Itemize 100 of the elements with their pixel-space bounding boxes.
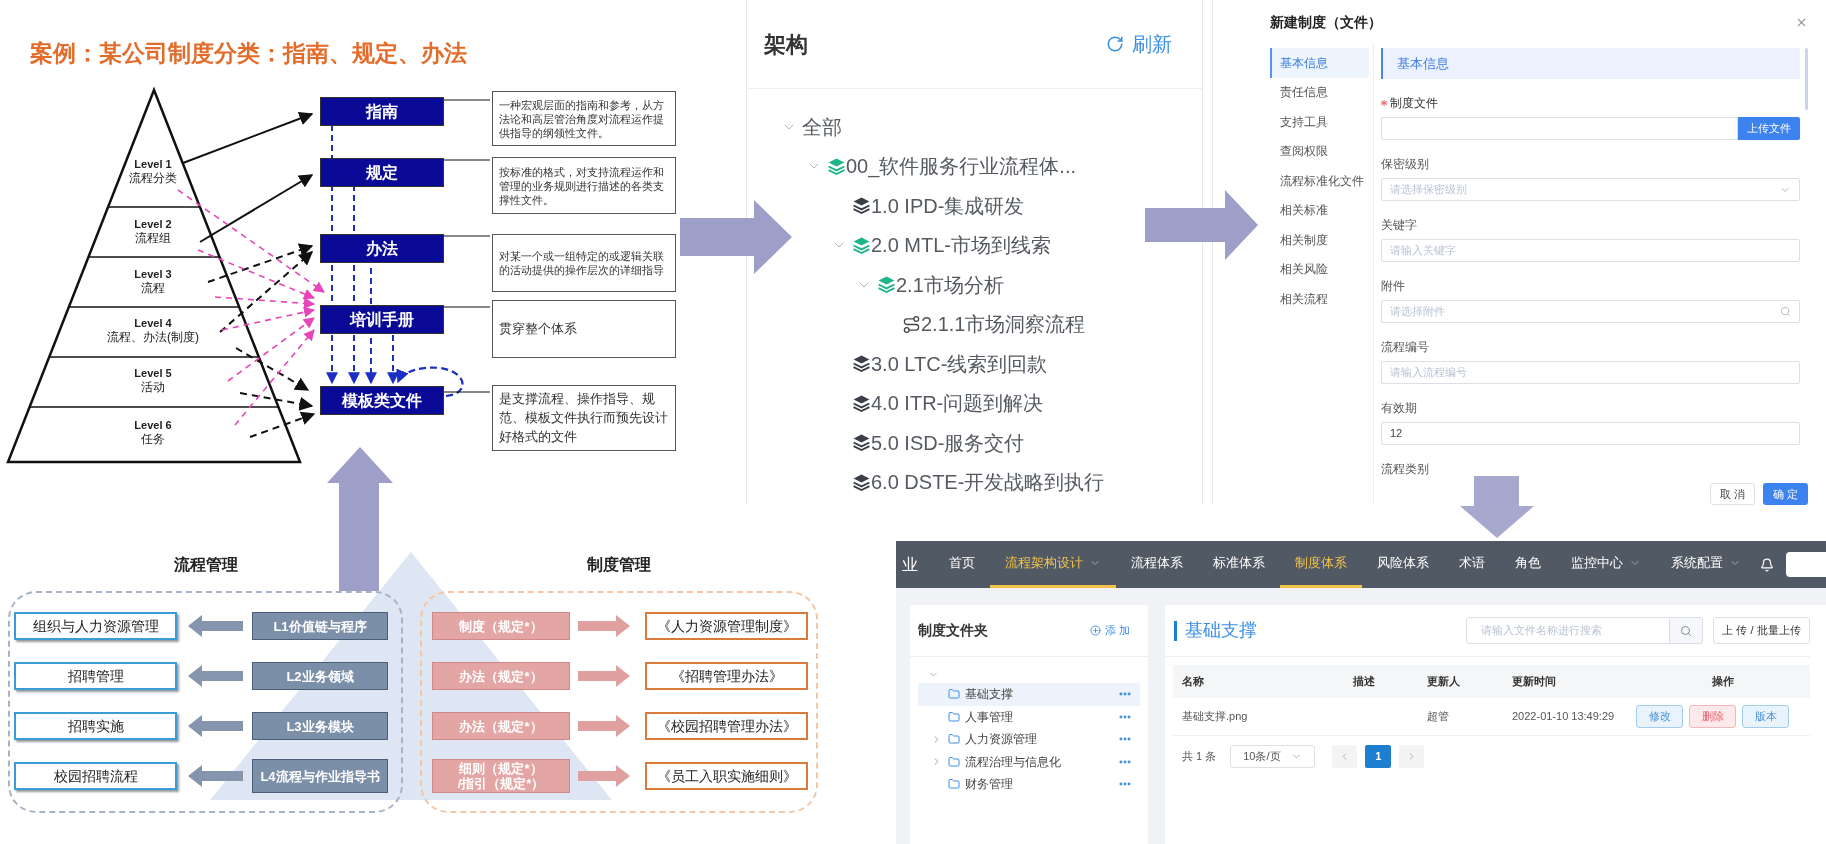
level-label: Level 2 [134,217,172,231]
tree-item[interactable]: 6.0 DSTE-开发战略到执行 [871,472,1105,493]
add-icon [1089,625,1101,636]
policy-box: 细则（规定*） /指引（规定*） [432,759,570,793]
field-label: 流程编号 [1381,338,1429,356]
process-box: 校园招聘流程 [14,762,177,790]
folder-icon [948,688,960,701]
tree-item[interactable]: 3.0 LTC-线索到回款 [871,353,1048,374]
file-field[interactable] [1381,117,1738,140]
nav-item[interactable]: 监控中心 [1556,541,1656,588]
category-description: 一种宏观层面的指南和参考，从方法论和高层管治角度对流程运作提供指导的纲领性文件。 [492,91,676,146]
bell-icon[interactable] [1760,557,1774,572]
folder-label: 人力资源管理 [965,731,1038,749]
folder-item[interactable]: 人事管理 [918,705,1140,728]
column-header: 名称 [1182,674,1205,690]
required-icon [1381,99,1387,106]
dialog-nav-item[interactable]: 支持工具 [1270,107,1369,137]
level-name: 活动 [141,380,165,395]
category-box: 指南 [320,97,444,126]
nav-item[interactable]: 术语 [1444,541,1500,588]
upload-button[interactable]: 上传文件 [1738,117,1800,140]
folder-label: 基础支撑 [965,686,1014,704]
dialog-nav-item[interactable]: 相关标准 [1270,195,1369,225]
level-label: Level 6 [134,418,172,432]
field-label: 制度文件 [1390,94,1438,112]
level-name: 流程、办法(制度) [107,330,199,345]
right-arrow-icon [578,615,630,637]
dialog-nav-item[interactable]: 责任信息 [1270,77,1369,107]
level-label: Level 5 [134,366,172,380]
confirm-button[interactable]: 确 定 [1763,483,1808,505]
field-label: 附件 [1381,277,1405,295]
process-level-box: L1价值链与程序 [252,612,388,640]
nav-item[interactable]: 流程体系 [1116,541,1198,588]
nav-item[interactable]: 标准体系 [1198,541,1280,588]
scrollbar[interactable] [1805,48,1808,110]
tree-item[interactable]: 00_软件服务行业流程体... [846,156,1077,177]
search-icon [1680,624,1692,637]
category-description: 是支撑流程、操作指导、规范、模板文件执行而预先设计好格式的文件 [492,385,676,451]
dialog-nav-item[interactable]: 流程标准化文件 [1270,166,1369,196]
add-button[interactable]: 添 加 [1089,622,1130,639]
folder-icon [948,755,960,768]
dialog-nav-item[interactable]: 查阅权限 [1270,136,1369,166]
dialog-nav-item[interactable]: 相关风险 [1270,254,1369,284]
field-label: 流程类别 [1381,460,1429,478]
folder-label: 人事管理 [965,708,1014,726]
tree-item[interactable]: 2.1市场分析 [896,274,1004,295]
page-button[interactable]: 1 [1365,744,1392,768]
cancel-button[interactable]: 取 消 [1710,483,1755,505]
nav-item[interactable]: 风险体系 [1362,541,1444,588]
field-label: 保密级别 [1381,155,1429,173]
next-page-button[interactable] [1399,744,1425,768]
left-arrow-icon [188,665,243,687]
panel-title: 架构 [764,30,808,59]
level-name: 任务 [141,432,165,447]
panel-title: 制度文件夹 [918,621,988,640]
field-label: 关键字 [1381,216,1417,234]
category-box: 办法 [320,234,444,263]
level-label: Level 4 [134,316,172,330]
tree-item[interactable]: 2.1.1市场洞察流程 [921,314,1086,335]
column-header: 更新时间 [1512,674,1557,690]
page-size-select[interactable]: 10条/页 [1230,744,1316,768]
refresh-button[interactable]: 刷新 [1106,29,1172,59]
field-label: 有效期 [1381,399,1417,417]
process-box: 招聘实施 [14,712,177,740]
process-level-box: L4流程与作业指导书 [252,759,388,793]
brand-text: 业 [902,554,918,575]
nav-item[interactable]: 首页 [934,541,990,588]
tree-item[interactable]: 2.0 MTL-市场到线索 [871,235,1052,256]
search-icon [1780,306,1791,317]
tree-item[interactable]: 5.0 ISD-服务交付 [871,432,1025,453]
tree-item[interactable]: 全部 [802,116,842,137]
folder-icon [948,733,960,746]
input-field[interactable]: 12 [1381,422,1800,445]
nav-item[interactable]: 系统配置 [1656,541,1756,588]
document-box: 《校园招聘管理办法》 [645,712,808,740]
folder-item[interactable]: 基础支撑 [918,683,1140,706]
nav-item[interactable]: 角色 [1500,541,1556,588]
dialog-nav-item[interactable]: 相关流程 [1270,284,1369,314]
level-name: 流程分类 [129,171,177,186]
table-cell-text: 2022-01-10 13:49:29 [1512,709,1616,725]
dialog-nav-item[interactable]: 基本信息 [1270,48,1369,78]
process-level-box: L2业务领域 [252,662,388,690]
previous-page-button[interactable] [1332,744,1358,768]
tree-item[interactable]: 4.0 ITR-问题到解决 [871,393,1044,414]
content-title: 基础支撑 [1185,619,1258,642]
search-button[interactable] [1670,617,1703,644]
process-box: 组织与人力资源管理 [14,612,177,640]
right-arrow-icon [578,715,630,737]
column-header: 操作 [1711,674,1735,690]
category-box: 规定 [320,158,444,187]
right-arrow-icon [578,665,630,687]
folder-item[interactable]: 财务管理 [918,773,1140,796]
tree-item[interactable]: 1.0 IPD-集成研发 [871,195,1025,216]
slide-title: 案例：某公司制度分类：指南、规定、办法 [30,39,467,68]
dialog-nav-item[interactable]: 相关制度 [1270,225,1369,255]
folder-item[interactable]: 人力资源管理 [918,728,1140,751]
document-box: 《员工入职实施细则》 [645,762,808,790]
expand-chevron-icon[interactable] [931,756,942,768]
upload-button[interactable]: 上 传 / 批量上传 [1713,617,1810,644]
folder-item[interactable]: 流程治理与信息化 [918,750,1140,773]
